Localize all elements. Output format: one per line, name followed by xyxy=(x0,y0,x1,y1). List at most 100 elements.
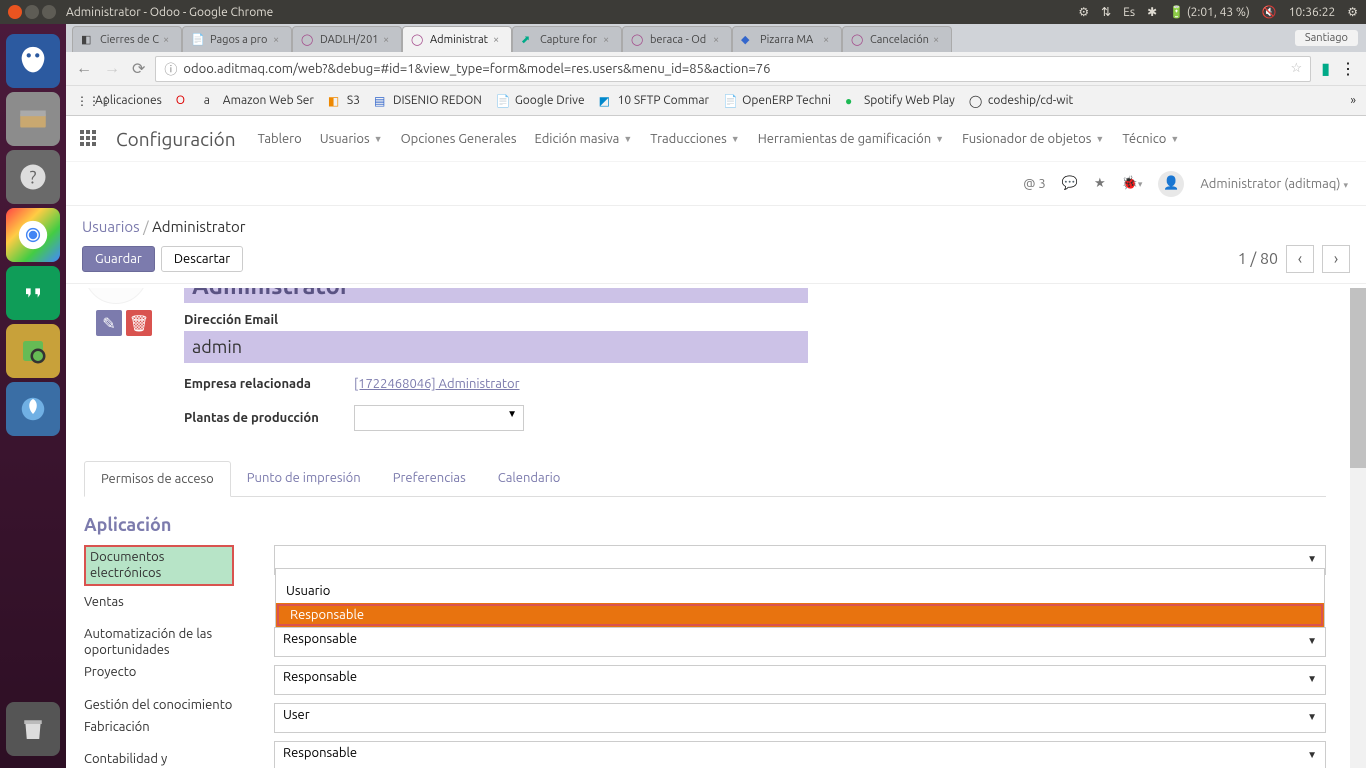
launcher-files-icon[interactable] xyxy=(6,92,60,146)
menu-opciones[interactable]: Opciones Generales xyxy=(401,132,517,146)
avatar-delete-button[interactable]: 🗑 xyxy=(126,310,152,336)
bookmark-item[interactable]: ◯codeship/cd-wit xyxy=(969,94,1073,108)
pager-prev-button[interactable]: ‹ xyxy=(1286,245,1314,273)
browser-tab-active[interactable]: ◯Administrat× xyxy=(402,26,512,52)
chrome-profile-chip[interactable]: Santiago xyxy=(1295,30,1358,46)
perm-label-contabilidad: Contabilidad y xyxy=(84,751,234,767)
browser-tab[interactable]: ◯beraca - Od× xyxy=(622,26,732,52)
bookmark-item[interactable]: ▤DISENIO REDON xyxy=(374,94,482,108)
keyboard-layout[interactable]: Es xyxy=(1123,6,1135,19)
bookmark-item[interactable]: ◧S3 xyxy=(328,94,360,108)
launcher-help-icon[interactable]: ? xyxy=(6,150,60,204)
battery-indicator[interactable]: 🔋 (2:01, 43 %) xyxy=(1169,5,1250,19)
window-minimize-button[interactable] xyxy=(25,5,39,19)
name-input[interactable] xyxy=(184,288,808,303)
volume-icon[interactable]: 🔇 xyxy=(1262,5,1277,19)
perm-select-documentos[interactable]: Usuario Responsable xyxy=(274,545,1326,575)
perm-select-proyecto[interactable]: Responsable xyxy=(274,665,1326,695)
menu-edicion[interactable]: Edición masiva▼ xyxy=(535,132,633,146)
menu-traducciones[interactable]: Traducciones▼ xyxy=(650,132,739,146)
star-icon[interactable]: ★ xyxy=(1094,176,1106,191)
odoo-subheader: Usuarios / Administrator Guardar Descart… xyxy=(66,206,1366,284)
chrome-menu-icon[interactable]: ⋮ xyxy=(1340,59,1356,78)
clock[interactable]: 10:36:22 xyxy=(1289,6,1336,19)
menu-tecnico[interactable]: Técnico▼ xyxy=(1122,132,1179,146)
bookmark-item[interactable]: O xyxy=(176,94,190,108)
perm-select-fabricacion[interactable]: Responsable xyxy=(274,741,1326,768)
bluetooth-icon[interactable]: ✱ xyxy=(1147,5,1157,19)
star-icon[interactable]: ☆ xyxy=(1291,61,1303,76)
perm-select-conocimiento[interactable]: User xyxy=(274,703,1326,733)
chat-icon[interactable]: 💬 xyxy=(1062,176,1078,191)
favicon-icon: ◆ xyxy=(741,33,755,47)
bookmark-item[interactable]: 📄Google Drive xyxy=(496,94,585,108)
launcher-trash-icon[interactable] xyxy=(6,702,60,756)
save-button[interactable]: Guardar xyxy=(82,246,155,272)
browser-tab[interactable]: ⬈Capture for× xyxy=(512,26,622,52)
bookmark-item[interactable]: 📄OpenERP Techni xyxy=(723,94,831,108)
tab-close-icon[interactable]: × xyxy=(273,34,283,46)
bookmark-item[interactable]: ◩10 SFTP Commar xyxy=(599,94,709,108)
site-info-icon[interactable]: ⓘ xyxy=(164,59,177,78)
avatar-edit-button[interactable]: ✎ xyxy=(96,310,122,336)
tab-impresion[interactable]: Punto de impresión xyxy=(231,461,377,496)
tab-permisos[interactable]: Permisos de acceso xyxy=(84,461,231,497)
nav-back-icon[interactable]: ← xyxy=(76,59,92,78)
network-icon[interactable]: ⇅ xyxy=(1101,5,1111,19)
user-avatar-icon[interactable]: 👤 xyxy=(1158,171,1184,197)
browser-tab[interactable]: ◧Cierres de C× xyxy=(72,26,182,52)
launcher-hangouts-icon[interactable] xyxy=(6,266,60,320)
menu-usuarios[interactable]: Usuarios▼ xyxy=(320,132,383,146)
bookmark-item[interactable]: ●Spotify Web Play xyxy=(845,94,955,108)
browser-tab[interactable]: ◯DADLH/201× xyxy=(292,26,402,52)
menu-gamification[interactable]: Herramientas de gamificación▼ xyxy=(758,132,944,146)
launcher-tool-icon[interactable] xyxy=(6,324,60,378)
breadcrumb-root[interactable]: Usuarios xyxy=(82,218,140,235)
tab-close-icon[interactable]: × xyxy=(383,34,393,46)
launcher-postgres-icon[interactable] xyxy=(6,34,60,88)
nav-reload-icon[interactable]: ⟳ xyxy=(132,59,145,78)
gear-icon[interactable]: ⚙ xyxy=(1078,5,1089,19)
pager-next-button[interactable]: › xyxy=(1322,245,1350,273)
launcher-chrome-icon[interactable] xyxy=(6,208,60,262)
menu-tablero[interactable]: Tablero xyxy=(258,132,302,146)
email-input[interactable] xyxy=(184,331,808,363)
url-input[interactable]: ⓘ odoo.aditmaq.com/web?&debug=#id=1&view… xyxy=(155,56,1311,82)
tab-calendario[interactable]: Calendario xyxy=(482,461,577,496)
session-icon[interactable]: ⚙ xyxy=(1347,5,1358,19)
discard-button[interactable]: Descartar xyxy=(161,246,243,272)
apps-shortcut[interactable]: ⋮⋮⋮Aplicaciones xyxy=(76,94,162,108)
tab-close-icon[interactable]: × xyxy=(603,34,613,46)
launcher-app-icon[interactable] xyxy=(6,382,60,436)
tab-preferencias[interactable]: Preferencias xyxy=(377,461,482,496)
bookmark-item[interactable]: aAmazon Web Ser xyxy=(204,94,314,108)
tab-close-icon[interactable]: × xyxy=(713,34,723,46)
window-close-button[interactable] xyxy=(8,5,22,19)
tab-close-icon[interactable]: × xyxy=(163,34,173,46)
scrollbar[interactable] xyxy=(1350,288,1366,768)
tab-close-icon[interactable]: × xyxy=(933,34,943,46)
odoo-apps-icon[interactable] xyxy=(80,130,98,148)
menu-fusionador[interactable]: Fusionador de objetos▼ xyxy=(962,132,1104,146)
tab-close-icon[interactable]: × xyxy=(823,34,833,46)
extension-icon[interactable]: ▮ xyxy=(1321,59,1330,78)
browser-tab[interactable]: 📄Pagos a pro× xyxy=(182,26,292,52)
dropdown-option-selected[interactable]: Responsable xyxy=(276,603,1324,627)
window-maximize-button[interactable] xyxy=(42,5,56,19)
company-link[interactable]: [1722468046] Administrator xyxy=(354,377,520,391)
bookmark-overflow-icon[interactable]: » xyxy=(1350,94,1356,107)
plant-select[interactable]: ▼ xyxy=(354,405,524,431)
debug-icon[interactable]: 🐞▾ xyxy=(1122,176,1143,191)
tab-close-icon[interactable]: × xyxy=(493,34,503,46)
browser-tab[interactable]: ◯Cancelación× xyxy=(842,26,952,52)
username-label[interactable]: Administrator (aditmaq) ▾ xyxy=(1200,177,1348,191)
odoo-favicon-icon: ◯ xyxy=(851,33,865,47)
scrollbar-thumb[interactable] xyxy=(1350,288,1366,468)
messages-count[interactable]: @ 3 xyxy=(1023,177,1046,191)
dropdown-option[interactable]: Usuario xyxy=(276,579,1324,603)
perm-select-ventas[interactable]: Responsable xyxy=(274,627,1326,657)
browser-tab[interactable]: ◆Pizarra MA× xyxy=(732,26,842,52)
nav-forward-icon[interactable]: → xyxy=(104,59,120,78)
dropdown-option[interactable] xyxy=(276,569,1324,579)
unity-launcher: ? xyxy=(0,24,66,768)
